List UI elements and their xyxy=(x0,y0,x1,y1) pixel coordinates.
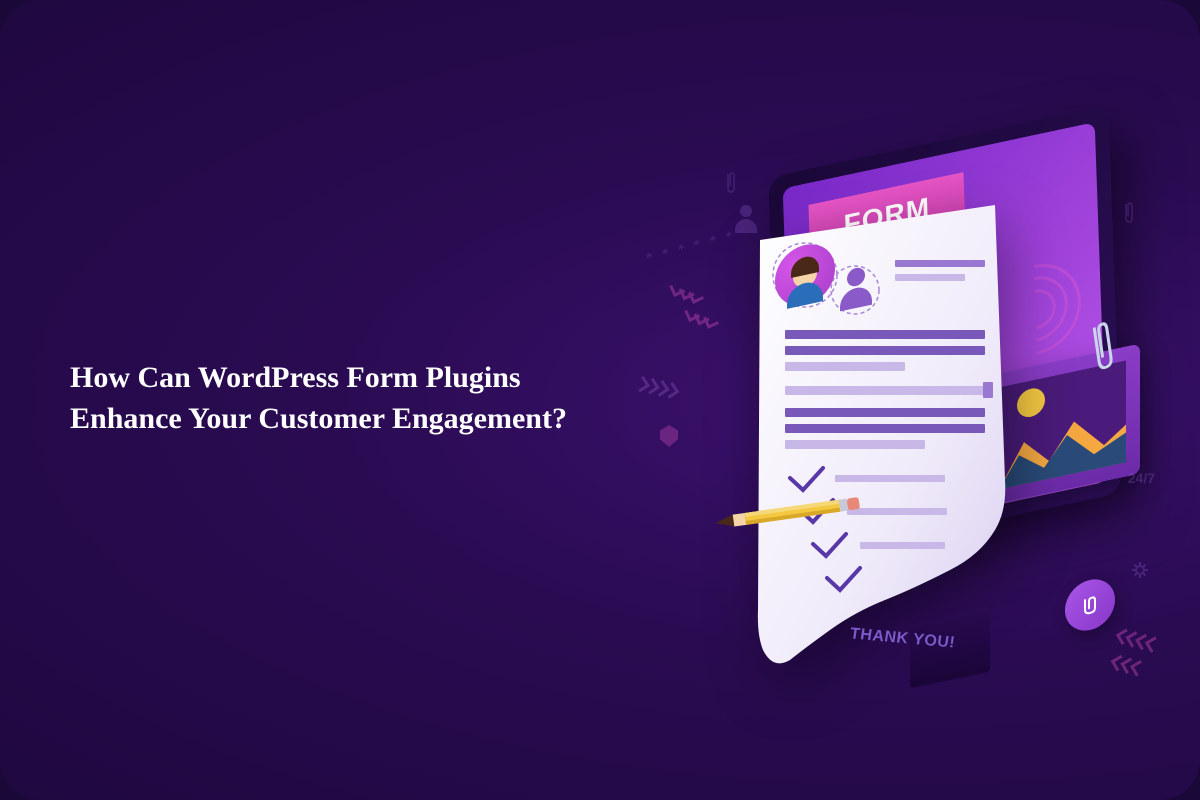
user-icon xyxy=(735,205,757,233)
hero-container: How Can WordPress Form Plugins Enhance Y… xyxy=(0,0,1200,800)
chevron-right-group-icon xyxy=(634,376,677,402)
chevron-left-group-icon xyxy=(1113,651,1147,676)
paperclip-icon xyxy=(725,170,737,194)
247-badge: 24/7 xyxy=(1128,470,1155,486)
form-illustration: * * * * * * FORM xyxy=(630,90,1170,710)
page-heading: How Can WordPress Form Plugins Enhance Y… xyxy=(70,358,610,439)
chevron-down-group-icon xyxy=(668,280,702,307)
isometric-scene: * * * * * * FORM xyxy=(630,90,1170,710)
paperclip-icon xyxy=(1123,200,1135,224)
attachment-icon xyxy=(1079,592,1101,619)
shield-icon xyxy=(660,425,678,447)
sun-icon xyxy=(1017,386,1045,420)
chevron-left-group-icon xyxy=(1118,625,1161,653)
user-silhouette-icon xyxy=(835,264,877,315)
asterisks-decoration: * * * * * * xyxy=(645,228,738,267)
chevron-down-group-icon xyxy=(683,305,717,332)
gear-icon xyxy=(1130,560,1150,580)
